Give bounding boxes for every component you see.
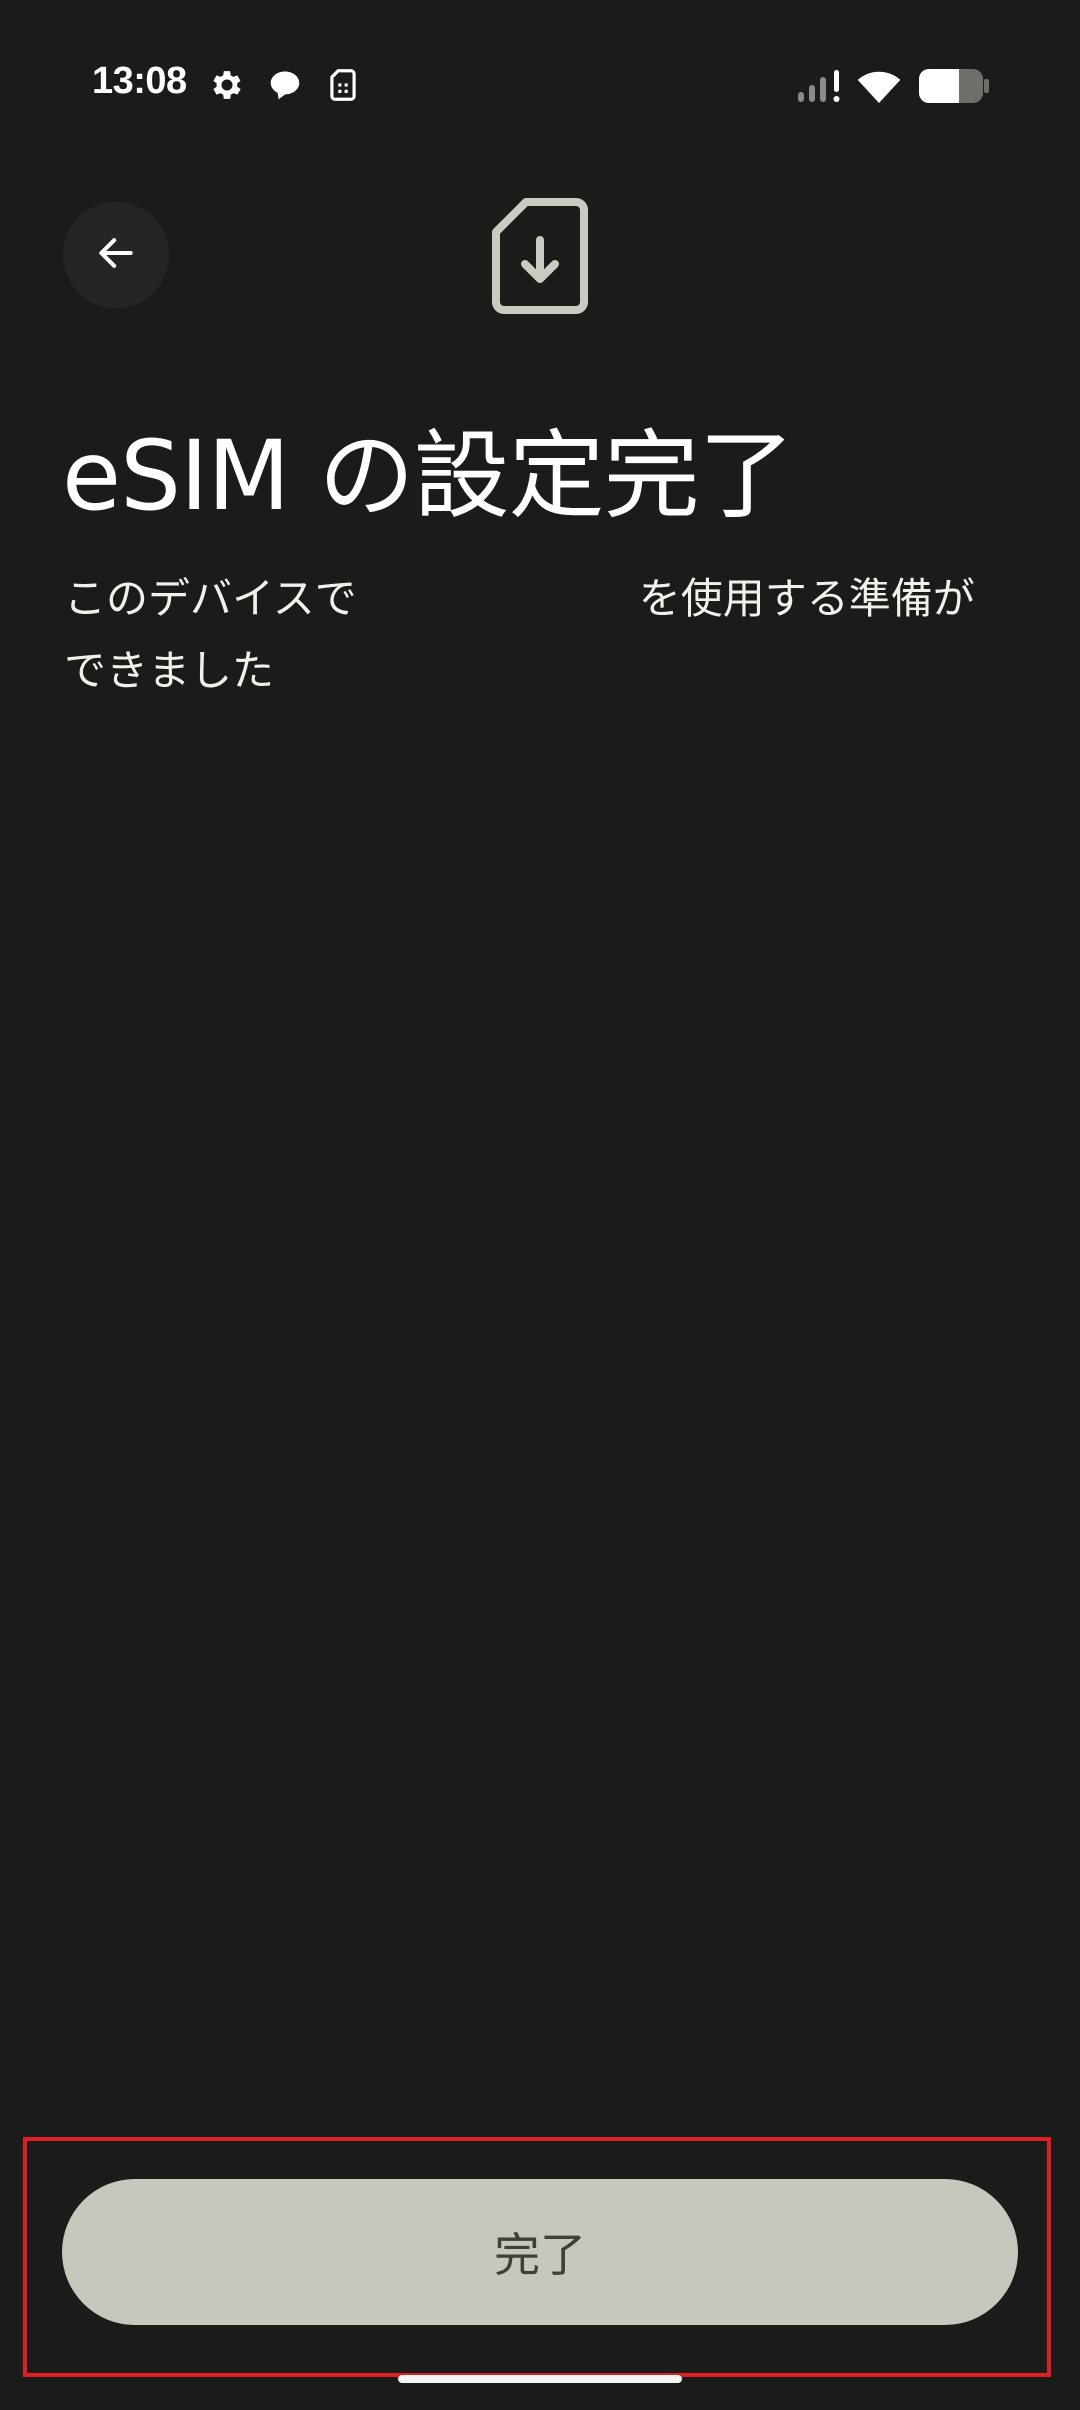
description-line-1-start: このデバイスで — [64, 574, 357, 623]
description-line-2: できました — [64, 646, 275, 695]
description-line-1: このデバイスで を使用する準備が — [64, 563, 1024, 635]
back-button[interactable] — [63, 202, 169, 308]
description-line-1-end: を使用する準備が — [638, 574, 975, 623]
home-indicator[interactable] — [398, 2375, 682, 2383]
chat-bubble-icon — [266, 66, 304, 104]
arrow-left-icon — [94, 231, 138, 279]
page-description: このデバイスで を使用する準備が できました — [64, 563, 1024, 707]
page-title: eSIM の設定完了 — [62, 420, 795, 532]
status-bar: 13:08 — [0, 0, 1080, 170]
done-button[interactable]: 完了 — [62, 2179, 1018, 2325]
sim-card-icon — [324, 66, 362, 104]
battery-icon — [918, 68, 990, 108]
signal-no-service-icon — [796, 68, 844, 108]
sim-download-icon — [490, 196, 590, 316]
status-time: 13:08 — [92, 60, 187, 102]
gear-icon — [208, 66, 246, 104]
wifi-icon — [856, 66, 902, 108]
done-button-label: 完了 — [494, 2228, 586, 2282]
